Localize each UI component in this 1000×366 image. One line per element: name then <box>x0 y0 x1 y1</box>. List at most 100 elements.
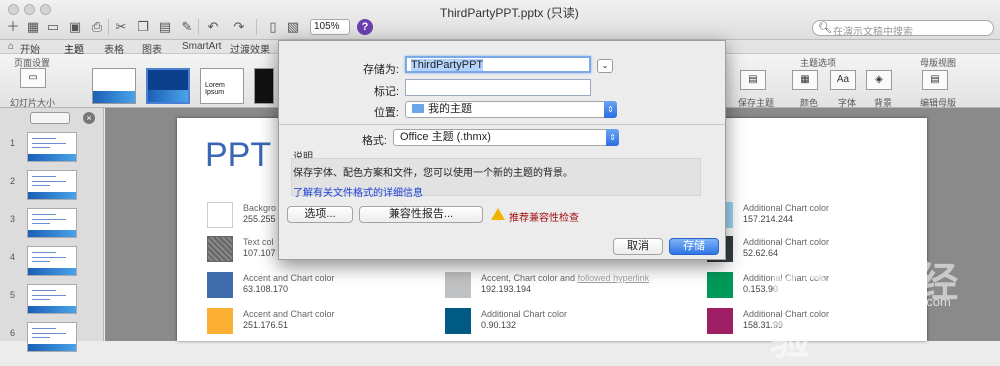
swatch-link-text: followed hyperlink <box>577 273 650 283</box>
expand-dialog-button[interactable]: ⌄ <box>597 59 613 73</box>
swatch-value: 192.193.194 <box>481 284 532 294</box>
minimize-window-button[interactable] <box>24 4 35 15</box>
slide-thumbnail[interactable] <box>27 170 77 200</box>
copy-icon[interactable]: ❐ <box>134 19 152 35</box>
tab-smartart[interactable]: SmartArt <box>182 41 221 52</box>
paste-icon[interactable]: ▤ <box>156 19 174 35</box>
options-button[interactable]: 选项... <box>287 206 353 223</box>
swatch-name-text: Text col <box>243 237 274 247</box>
slide-size-icon[interactable]: ▭ <box>20 68 46 88</box>
tags-field[interactable] <box>405 79 591 96</box>
tags-label: 标记: <box>373 86 399 98</box>
format-label: 格式: <box>361 135 387 147</box>
background-icon[interactable]: ◈ <box>866 70 892 90</box>
slide-number: 2 <box>10 176 16 186</box>
swatch-name-text: Additional Chart color <box>743 203 830 213</box>
save-button[interactable]: 存储 <box>669 238 719 255</box>
swatch-value: 0.90.132 <box>481 320 517 330</box>
dialog-divider <box>279 124 725 125</box>
swatch-value: 251.176.51 <box>243 320 289 330</box>
search-input[interactable]: 🔍︎ 在演示文稿中搜索 <box>812 20 994 38</box>
compatibility-warning: 推荐兼容性检查 <box>509 213 579 224</box>
toolbar-divider <box>256 19 257 35</box>
warning-icon <box>491 208 505 220</box>
swatch-name: Backgro <box>243 203 276 213</box>
zoom-window-button[interactable] <box>40 4 51 15</box>
slide-title: PPT <box>205 136 272 174</box>
swatch-name-text: Accent and Chart color <box>243 273 335 283</box>
swatch-name-text: Backgro <box>243 203 277 213</box>
compatibility-report-button[interactable]: 兼容性报告... <box>359 206 483 223</box>
where-select[interactable]: 我的主题 ⇕ <box>405 101 617 118</box>
cancel-button[interactable]: 取消 <box>613 238 663 255</box>
theme-thumbnail[interactable] <box>92 68 136 104</box>
theme-thumbnail-selected[interactable] <box>146 68 190 104</box>
folder-icon <box>412 104 424 113</box>
swatch-name-text: Accent and Chart color <box>243 309 335 319</box>
slide-thumbnail[interactable] <box>27 208 77 238</box>
master-view-label: 母版视图 <box>920 58 957 68</box>
slide-number: 6 <box>10 328 16 338</box>
swatch-name: Accent and Chart color <box>243 273 335 283</box>
color-swatch <box>207 236 233 262</box>
gallery-icon[interactable]: ▦ <box>24 19 42 35</box>
edit-master-icon[interactable]: ▤ <box>922 70 948 90</box>
swatch-value: 63.108.170 <box>243 284 289 294</box>
save-as-dialog: 存储为: ThirdPartyPPT ⌄ 标记: 位置: 我的主题 ⇕ 格式: … <box>278 40 726 260</box>
where-label: 位置: <box>373 107 399 119</box>
swatch-name-text: Additional Chart color <box>481 309 568 319</box>
color-swatch <box>207 202 233 228</box>
view-toggle[interactable] <box>30 112 70 124</box>
close-pane-icon[interactable]: × <box>83 112 95 124</box>
slide-number: 5 <box>10 290 16 300</box>
slide-number: 1 <box>10 138 16 148</box>
swatch-value: 255.255 <box>243 214 276 224</box>
swatch-name-text: Additional Chart color <box>743 237 830 247</box>
title-bar: ThirdPartyPPT.pptx (只读) ＋ ▦ ▭ ▣ ⎙ ✂ ❐ ▤ … <box>0 0 1000 40</box>
colors-icon[interactable]: ▦ <box>792 70 818 90</box>
window-title: ThirdPartyPPT.pptx (只读) <box>440 6 579 20</box>
slide-number: 4 <box>10 252 16 262</box>
zoom-select[interactable]: 105% <box>310 19 350 35</box>
save-theme-icon[interactable]: ▤ <box>740 70 766 90</box>
color-swatch <box>445 272 471 298</box>
undo-icon[interactable]: ↶ <box>204 19 222 35</box>
swatch-value: 157.214.244 <box>743 214 794 224</box>
format-painter-icon[interactable]: ✎ <box>178 19 196 35</box>
watermark-url: jingyan.baidu.com <box>846 294 951 309</box>
insert-slide-icon[interactable]: ▯ <box>264 19 282 35</box>
theme-options-label: 主题选项 <box>800 58 837 68</box>
save-icon[interactable]: ▣ <box>66 19 84 35</box>
format-select[interactable]: Office 主题 (.thmx) ⇕ <box>393 129 619 146</box>
print-icon[interactable]: ⎙ <box>88 19 106 35</box>
theme-thumbnail[interactable]: Lorem Ipsum <box>200 68 244 104</box>
close-window-button[interactable] <box>8 4 19 15</box>
slide-thumbnail[interactable] <box>27 132 77 162</box>
chevron-updown-icon: ⇕ <box>604 101 617 118</box>
chevron-updown-icon: ⇕ <box>606 129 619 146</box>
help-icon[interactable]: ? <box>357 19 373 35</box>
slide-thumbnail[interactable] <box>27 322 77 352</box>
open-folder-icon[interactable]: ▭ <box>44 19 62 35</box>
slideshow-icon[interactable]: ▧ <box>284 19 302 35</box>
description-text: 保存字体、配色方案和文件，您可以使用一个新的主题的背景。 <box>293 168 573 179</box>
color-swatch <box>207 272 233 298</box>
swatch-name: Text col <box>243 237 274 247</box>
color-swatch <box>707 308 733 334</box>
slide-thumbnail[interactable] <box>27 246 77 276</box>
color-swatch <box>207 308 233 334</box>
theme-thumbnail[interactable] <box>254 68 274 104</box>
slide-thumbnail[interactable] <box>27 284 77 314</box>
swatch-name: Additional Chart color <box>743 203 829 213</box>
swatch-value: 107.107 <box>243 248 276 258</box>
toolbar-divider <box>198 19 199 35</box>
swatch-name: Additional Chart color <box>481 309 567 319</box>
color-swatch <box>707 272 733 298</box>
redo-icon[interactable]: ↷ <box>230 19 248 35</box>
swatch-name-text: Accent, Chart color and <box>481 273 578 283</box>
save-as-field[interactable]: ThirdPartyPPT <box>405 56 591 73</box>
learn-more-link[interactable]: 了解有关文件格式的详细信息 <box>293 184 423 199</box>
fonts-icon[interactable]: Aa <box>830 70 856 90</box>
new-document-icon[interactable]: ＋ <box>4 19 22 35</box>
cut-icon[interactable]: ✂ <box>112 19 130 35</box>
